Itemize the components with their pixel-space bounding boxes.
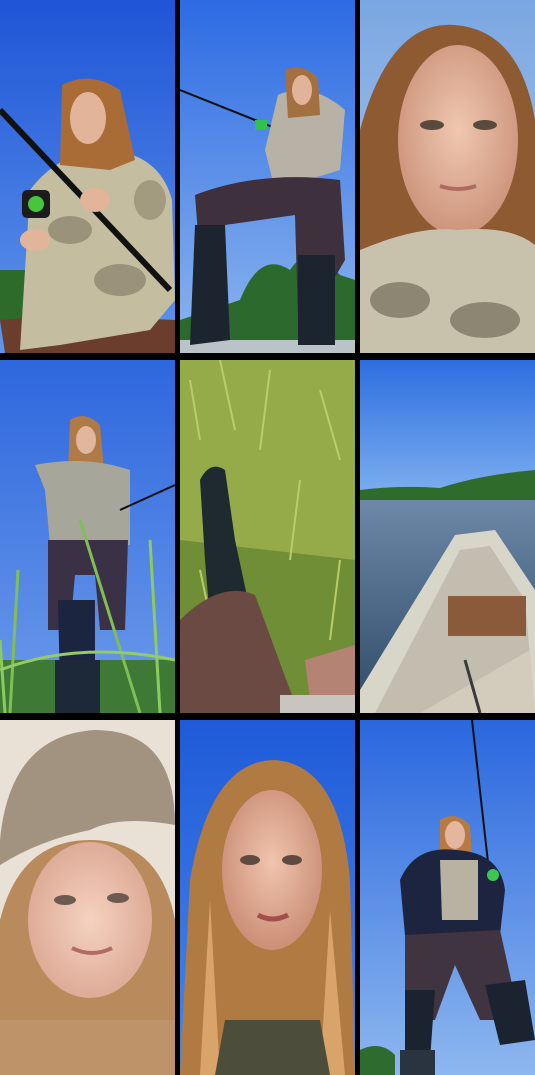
photo-tile-7[interactable] <box>0 720 175 1075</box>
photo-river-boat <box>360 360 535 713</box>
photo-face-closeup <box>360 0 535 353</box>
photo-tile-6[interactable] <box>360 360 535 713</box>
photo-tile-8[interactable] <box>180 720 355 1075</box>
photo-rod-tall-grass <box>0 360 175 713</box>
photo-standing-with-rod <box>180 0 355 353</box>
photo-tile-1[interactable] <box>0 0 175 353</box>
photo-tile-3[interactable] <box>360 0 535 353</box>
photo-sunlit-selfie <box>180 720 355 1075</box>
photo-tile-5[interactable] <box>180 360 355 713</box>
photo-boot-on-grass <box>180 360 355 713</box>
photo-rod-low-angle <box>0 0 175 353</box>
photo-tile-2[interactable] <box>180 0 355 353</box>
photo-collage <box>0 0 535 1075</box>
photo-hat-closeup <box>0 720 175 1075</box>
photo-tile-4[interactable] <box>0 360 175 713</box>
photo-tile-9[interactable] <box>360 720 535 1075</box>
photo-jacket-with-rod <box>360 720 535 1075</box>
